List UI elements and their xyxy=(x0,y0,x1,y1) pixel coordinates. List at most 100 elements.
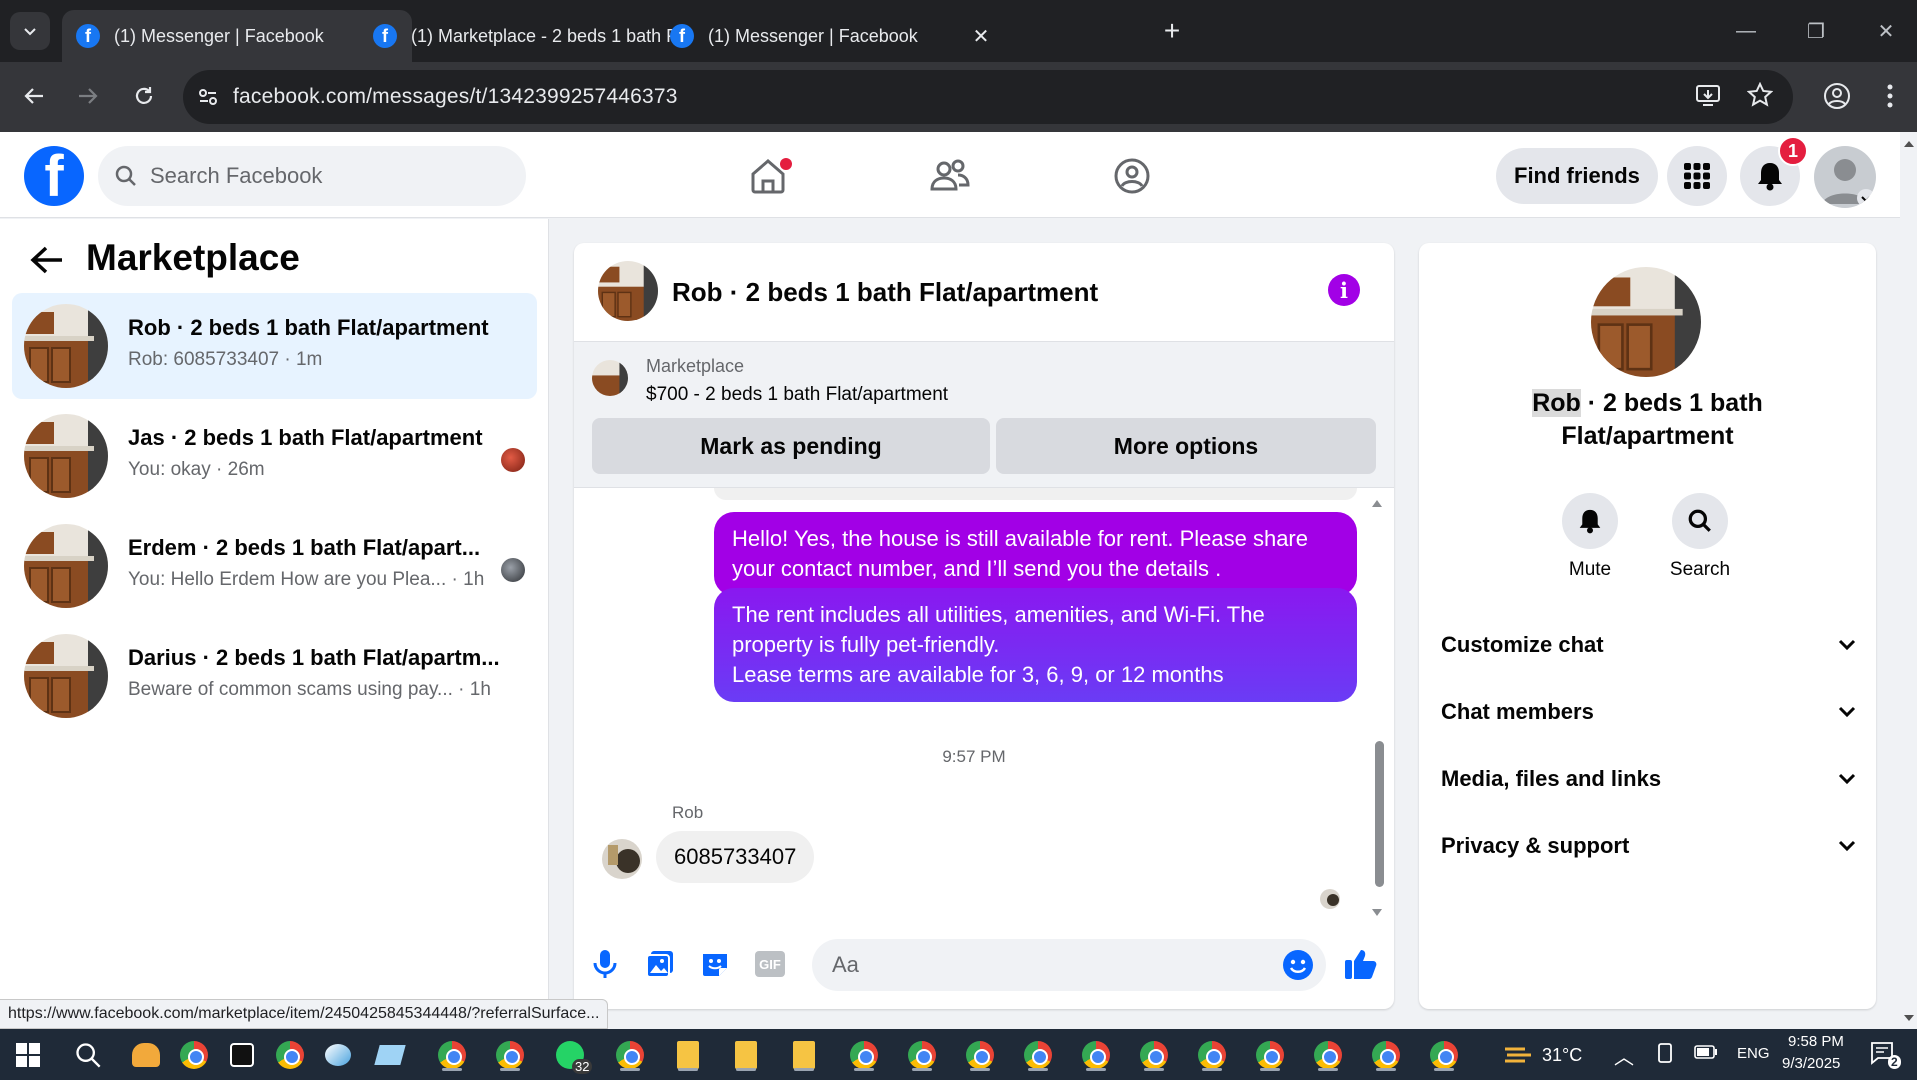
nav-home[interactable] xyxy=(738,150,798,202)
nav-groups[interactable] xyxy=(1102,150,1162,202)
forward-button[interactable] xyxy=(68,76,108,116)
clock-date[interactable]: 9/3/2025 xyxy=(1782,1055,1840,1072)
folder-icon[interactable] xyxy=(728,1037,764,1073)
tab-close-icon[interactable]: ✕ xyxy=(970,24,992,49)
incoming-message[interactable]: 6085733407 xyxy=(656,831,815,883)
seen-indicator-avatar xyxy=(1320,889,1340,909)
chevron-down-icon xyxy=(1838,706,1856,718)
notes-app-icon[interactable] xyxy=(372,1037,408,1073)
back-arrow-icon[interactable] xyxy=(30,245,64,280)
clock-time[interactable]: 9:58 PM xyxy=(1788,1033,1844,1050)
sticker-icon[interactable] xyxy=(698,947,732,981)
restore-button[interactable]: ❐ xyxy=(1796,14,1836,48)
outgoing-message[interactable]: Hello! Yes, the house is still available… xyxy=(714,512,1357,596)
nav-friends[interactable] xyxy=(920,150,980,202)
chrome-icon[interactable] xyxy=(846,1037,882,1073)
paint-app-icon[interactable] xyxy=(320,1037,356,1073)
microphone-icon[interactable] xyxy=(588,947,622,981)
app-icon[interactable] xyxy=(224,1037,260,1073)
chrome-icon[interactable] xyxy=(1252,1037,1288,1073)
chrome-icon[interactable] xyxy=(434,1037,470,1073)
browser-tab-3[interactable]: f (1) Messenger | Facebook ✕ xyxy=(656,10,1006,62)
chrome-icon[interactable] xyxy=(962,1037,998,1073)
close-window-button[interactable]: ✕ xyxy=(1866,14,1906,48)
listing-thumbnail[interactable] xyxy=(592,360,628,396)
chat-avatar[interactable] xyxy=(598,261,658,321)
menu-button[interactable] xyxy=(1667,146,1727,206)
chrome-icon[interactable] xyxy=(612,1037,648,1073)
mute-button[interactable]: Mute xyxy=(1545,493,1635,581)
language-indicator[interactable]: ENG xyxy=(1737,1045,1770,1062)
message-input-box[interactable] xyxy=(812,939,1326,991)
bookmark-star-icon[interactable] xyxy=(1746,81,1774,113)
temperature[interactable]: 31°C xyxy=(1542,1045,1582,1066)
chrome-icon[interactable] xyxy=(1426,1037,1462,1073)
chrome-icon[interactable] xyxy=(904,1037,940,1073)
media-files-links-row[interactable]: Media, files and links xyxy=(1441,754,1856,804)
reload-button[interactable] xyxy=(124,76,164,116)
customize-chat-row[interactable]: Customize chat xyxy=(1441,620,1856,670)
device-icon[interactable] xyxy=(1656,1043,1674,1068)
conversation-item[interactable]: Rob · 2 beds 1 bath Flat/apartment Rob: … xyxy=(12,293,537,399)
address-bar[interactable]: facebook.com/messages/t/1342399257446373 xyxy=(183,70,1793,124)
weather-icon[interactable] xyxy=(1500,1037,1536,1073)
folder-icon[interactable] xyxy=(670,1037,706,1073)
sender-avatar[interactable] xyxy=(602,839,642,879)
notification-center-icon[interactable]: 2 xyxy=(1870,1041,1901,1070)
thumbs-up-icon[interactable] xyxy=(1344,947,1378,981)
site-info-icon[interactable] xyxy=(183,87,233,107)
mark-pending-button[interactable]: Mark as pending xyxy=(592,418,990,474)
chat-title[interactable]: Rob · 2 beds 1 bath Flat/apartment xyxy=(672,277,1098,308)
link-preview-status: https://www.facebook.com/marketplace/ite… xyxy=(0,999,609,1029)
folder-icon[interactable] xyxy=(786,1037,822,1073)
chat-members-row[interactable]: Chat members xyxy=(1441,687,1856,737)
message-input[interactable] xyxy=(832,952,1252,978)
chrome-icon[interactable] xyxy=(1310,1037,1346,1073)
new-tab-button[interactable]: + xyxy=(1155,14,1189,48)
outgoing-message[interactable]: The rent includes all utilities, ameniti… xyxy=(714,588,1357,702)
chrome-icon[interactable] xyxy=(1136,1037,1172,1073)
chrome-icon[interactable] xyxy=(272,1037,308,1073)
chrome-icon[interactable] xyxy=(1078,1037,1114,1073)
browser-menu-button[interactable] xyxy=(1870,76,1910,116)
chrome-icon[interactable] xyxy=(1368,1037,1404,1073)
widget-app-icon[interactable] xyxy=(128,1037,164,1073)
emoji-icon[interactable] xyxy=(1282,949,1314,986)
facebook-search[interactable] xyxy=(98,146,526,206)
bell-icon xyxy=(1758,163,1782,191)
account-avatar[interactable] xyxy=(1814,146,1876,208)
find-friends-button[interactable]: Find friends xyxy=(1496,148,1658,204)
page-scrollbar[interactable] xyxy=(1900,132,1917,1029)
arrow-left-icon xyxy=(24,88,43,104)
facebook-logo-icon[interactable]: f xyxy=(24,146,84,206)
chrome-icon[interactable] xyxy=(492,1037,528,1073)
install-app-icon[interactable] xyxy=(1695,82,1721,113)
back-button[interactable] xyxy=(14,76,54,116)
search-input[interactable] xyxy=(150,163,490,189)
home-notification-dot xyxy=(780,158,792,170)
tray-overflow-icon[interactable]: ︿ xyxy=(1614,1041,1634,1070)
conversation-item[interactable]: Jas · 2 beds 1 bath Flat/apartment You: … xyxy=(12,403,537,509)
listing-title[interactable]: $700 - 2 beds 1 bath Flat/apartment xyxy=(646,384,948,406)
tab-search-button[interactable] xyxy=(10,12,50,50)
more-options-button[interactable]: More options xyxy=(996,418,1376,474)
minimize-button[interactable]: — xyxy=(1726,14,1766,48)
chrome-icon[interactable] xyxy=(176,1037,212,1073)
chrome-icon[interactable] xyxy=(1020,1037,1056,1073)
taskbar-search-button[interactable] xyxy=(70,1037,106,1073)
profile-button[interactable] xyxy=(1817,76,1857,116)
url-text[interactable]: facebook.com/messages/t/1342399257446373 xyxy=(233,85,678,109)
battery-icon[interactable] xyxy=(1694,1045,1718,1064)
conversation-item[interactable]: Erdem · 2 beds 1 bath Flat/apart... You:… xyxy=(12,513,537,619)
gif-icon[interactable]: GIF xyxy=(753,947,787,981)
start-button[interactable] xyxy=(10,1037,46,1073)
chat-profile-picture[interactable] xyxy=(1591,267,1701,377)
privacy-support-row[interactable]: Privacy & support xyxy=(1441,821,1856,871)
chat-scrollbar-thumb[interactable] xyxy=(1375,741,1384,887)
chrome-icon[interactable] xyxy=(1194,1037,1230,1073)
conversation-item[interactable]: Darius · 2 beds 1 bath Flat/apartm... Be… xyxy=(12,623,537,729)
search-in-chat-button[interactable]: Search xyxy=(1655,493,1745,581)
photo-icon[interactable] xyxy=(643,947,677,981)
info-icon[interactable]: i xyxy=(1328,274,1360,306)
whatsapp-icon[interactable]: 32 xyxy=(552,1037,593,1074)
